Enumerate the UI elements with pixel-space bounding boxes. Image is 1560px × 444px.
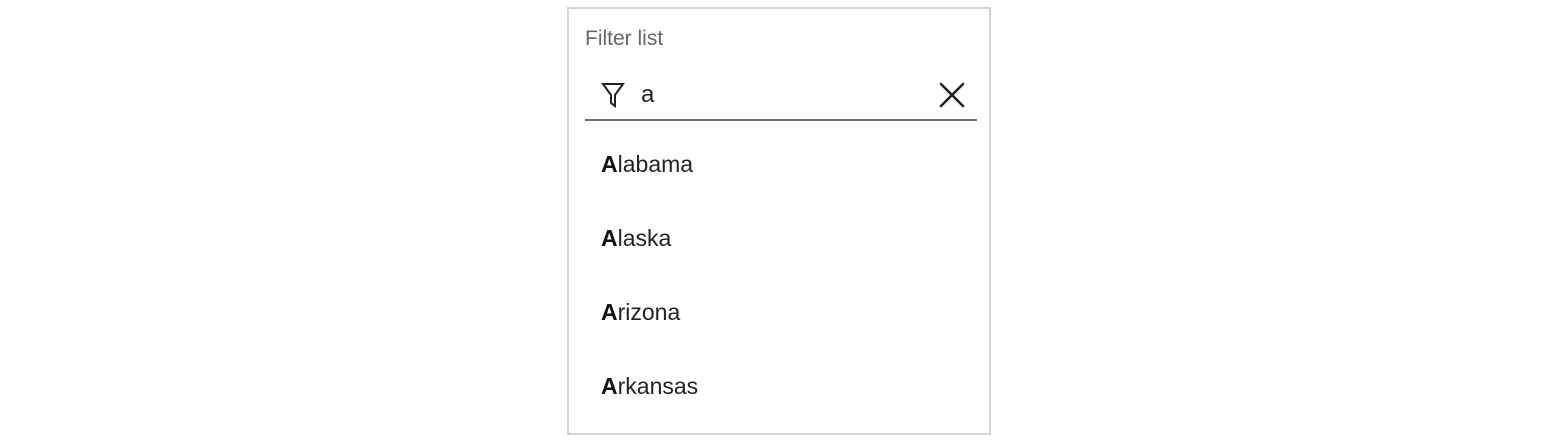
filter-list-label: Filter list xyxy=(585,27,664,50)
filtered-results-list: Alabama Alaska Arizona Arkansas xyxy=(585,127,977,423)
list-item[interactable]: Alaska xyxy=(585,201,977,275)
filter-input[interactable] xyxy=(641,79,931,111)
list-item-label: labama xyxy=(617,151,694,177)
match-highlight: A xyxy=(601,151,618,177)
filter-icon xyxy=(601,81,625,109)
list-item[interactable]: Arkansas xyxy=(585,349,977,423)
match-highlight: A xyxy=(601,373,618,399)
list-item-label: rkansas xyxy=(617,373,699,399)
close-icon xyxy=(937,80,967,110)
list-item[interactable]: Alabama xyxy=(585,127,977,201)
filter-list-panel: Filter list Alabama Alaska Arizona Arkan… xyxy=(567,7,991,435)
list-item-label: laska xyxy=(617,225,672,251)
list-item[interactable]: Arizona xyxy=(585,275,977,349)
filter-field[interactable] xyxy=(585,75,977,121)
list-item-label: rizona xyxy=(617,299,681,325)
match-highlight: A xyxy=(601,225,618,251)
clear-filter-button[interactable] xyxy=(937,80,967,110)
match-highlight: A xyxy=(601,299,618,325)
